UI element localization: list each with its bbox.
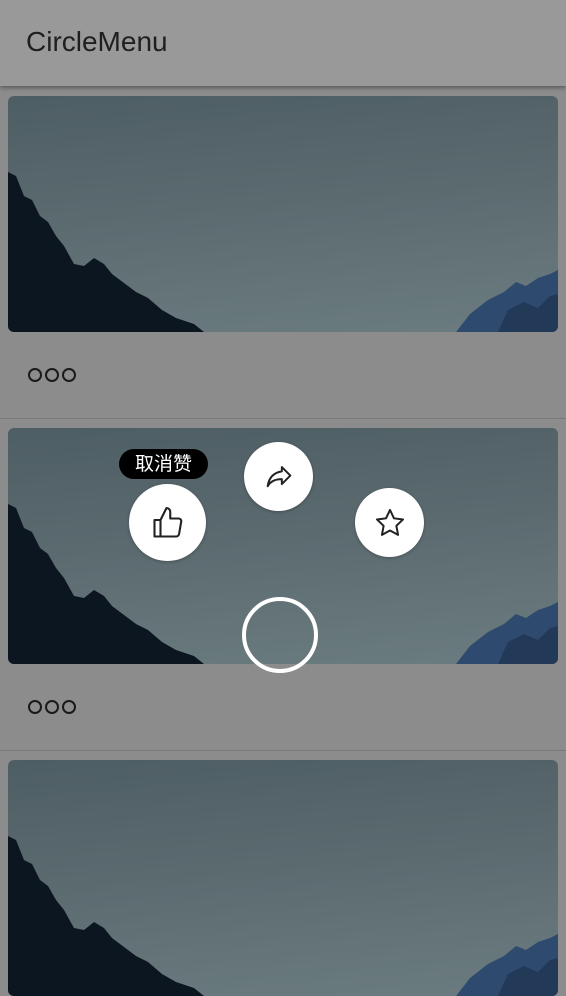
favorite-button[interactable] xyxy=(355,488,424,557)
card-image[interactable] xyxy=(8,760,558,996)
app-bar: CircleMenu xyxy=(0,0,566,86)
card-image[interactable] xyxy=(8,96,558,332)
share-button[interactable] xyxy=(244,442,313,511)
mountain-image xyxy=(8,836,558,996)
tooltip-unlike: 取消赞 xyxy=(119,449,209,479)
card-footer xyxy=(0,332,566,419)
like-button[interactable] xyxy=(129,484,206,561)
more-dots-icon[interactable] xyxy=(28,368,76,382)
share-icon xyxy=(266,465,291,487)
more-dots-icon[interactable] xyxy=(28,700,76,714)
thumbs-up-icon xyxy=(152,506,182,538)
circle-menu-toggle[interactable] xyxy=(242,597,318,673)
mountain-image xyxy=(8,172,558,332)
star-icon xyxy=(375,508,404,536)
card-footer xyxy=(0,664,566,751)
app-title: CircleMenu xyxy=(26,26,168,57)
